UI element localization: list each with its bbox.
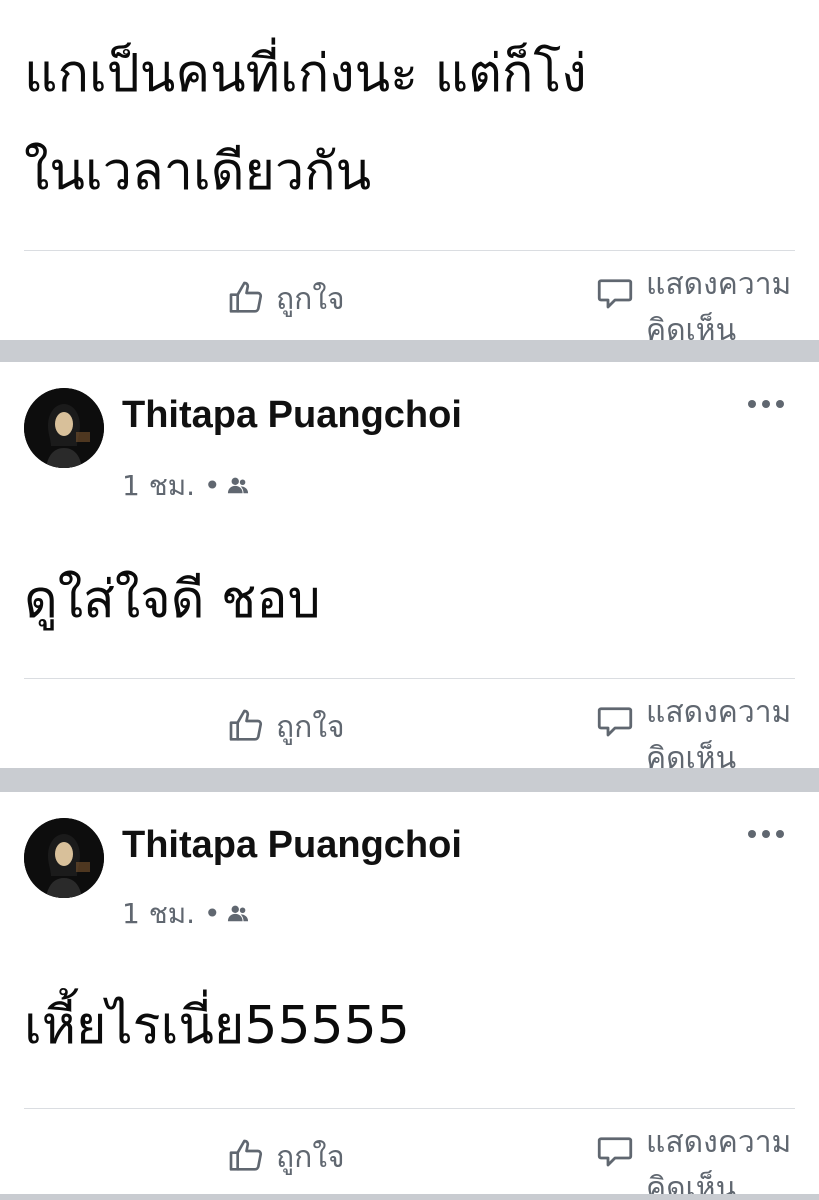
post-card-2: Thitapa Puangchoi 1 ชม. • ดูใส่ใจดี ชอบ … <box>0 362 819 768</box>
comment-bubble-icon <box>594 262 636 318</box>
divider <box>24 1108 795 1109</box>
thumbs-up-icon <box>226 706 266 750</box>
post-text: เหี้ยไรเนี่ย55555 <box>24 996 410 1056</box>
post-separator <box>0 340 819 362</box>
comment-bubble-icon <box>594 1120 636 1176</box>
post-card-3: Thitapa Puangchoi 1 ชม. • เหี้ยไรเนี่ย55… <box>0 792 819 1200</box>
like-label: ถูกใจ <box>276 1140 345 1175</box>
like-button[interactable]: ถูกใจ <box>226 1134 345 1181</box>
divider <box>24 250 795 251</box>
comment-button[interactable]: แสดงความคิดเห็น <box>594 690 819 768</box>
timestamp[interactable]: 1 ชม. • <box>122 892 221 936</box>
post-text-line-1: แกเป็นคนที่เก่งนะ แต่ก็โง่ <box>24 44 587 104</box>
comment-button[interactable]: แสดงความคิดเห็น <box>594 262 819 340</box>
like-label: ถูกใจ <box>276 710 345 745</box>
post-separator <box>0 768 819 792</box>
comment-button[interactable]: แสดงความคิดเห็น <box>594 1120 819 1200</box>
post-meta: 1 ชม. • <box>122 464 249 508</box>
more-options-icon[interactable] <box>747 826 785 840</box>
avatar[interactable] <box>24 388 104 468</box>
friends-icon <box>227 898 249 931</box>
friends-icon <box>227 470 249 503</box>
divider <box>24 678 795 679</box>
author-name[interactable]: Thitapa Puangchoi <box>122 394 462 437</box>
like-button[interactable]: ถูกใจ <box>226 276 345 323</box>
post-text: ดูใส่ใจดี ชอบ <box>24 570 321 630</box>
comment-label: แสดงความคิดเห็น <box>646 1125 792 1200</box>
like-label: ถูกใจ <box>276 282 345 317</box>
author-name[interactable]: Thitapa Puangchoi <box>122 824 462 867</box>
like-button[interactable]: ถูกใจ <box>226 704 345 751</box>
more-options-icon[interactable] <box>747 396 785 410</box>
post-text-line-2: ในเวลาเดียวกัน <box>24 142 372 202</box>
comment-bubble-icon <box>594 690 636 746</box>
timestamp[interactable]: 1 ชม. • <box>122 464 221 508</box>
avatar[interactable] <box>24 818 104 898</box>
comment-label: แสดงความคิดเห็น <box>646 695 792 768</box>
comment-label: แสดงความคิดเห็น <box>646 267 792 340</box>
post-card-1: แกเป็นคนที่เก่งนะ แต่ก็โง่ ในเวลาเดียวกั… <box>0 0 819 340</box>
post-meta: 1 ชม. • <box>122 892 249 936</box>
post-separator <box>0 1194 819 1200</box>
thumbs-up-icon <box>226 1136 266 1180</box>
thumbs-up-icon <box>226 278 266 322</box>
